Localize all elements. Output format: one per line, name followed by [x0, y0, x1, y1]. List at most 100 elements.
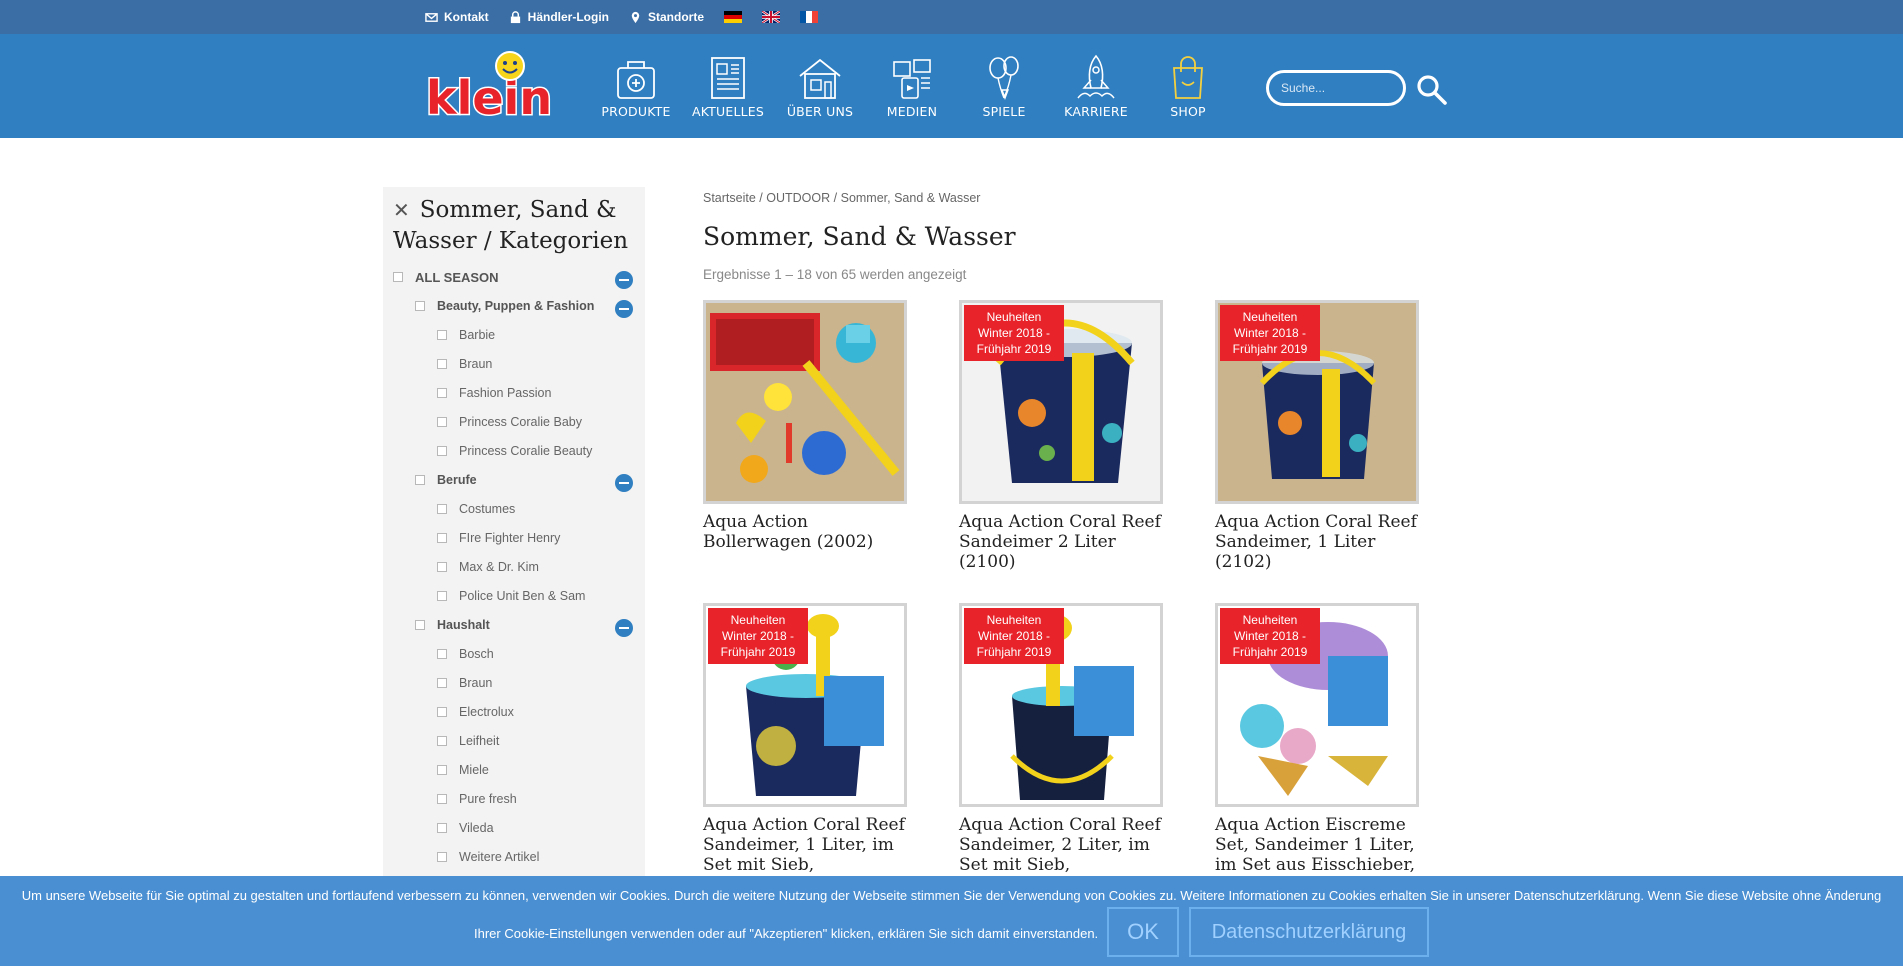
collapse-berufe-icon[interactable] [615, 474, 633, 492]
collapse-haushalt-icon[interactable] [615, 619, 633, 637]
uk-flag-icon[interactable] [762, 11, 781, 23]
category-braun-haushalt[interactable]: Braun [437, 673, 492, 693]
checkbox[interactable] [437, 794, 447, 804]
logo-text: klein [426, 71, 552, 122]
checkbox[interactable] [437, 388, 447, 398]
badge-line: Frühjahr 2019 [1232, 342, 1308, 356]
locations-link[interactable]: Standorte [629, 10, 704, 24]
product-title[interactable]: Aqua Action Coral Reef Sandeimer 2 Liter… [959, 512, 1163, 572]
product-image[interactable]: Neuheiten Winter 2018 - Frühjahr 2019 [1215, 603, 1419, 807]
checkbox[interactable] [437, 823, 447, 833]
checkbox[interactable] [437, 707, 447, 717]
cookie-ok-button[interactable]: OK [1107, 907, 1179, 957]
breadcrumb: Startseite / OUTDOOR / Sommer, Sand & Wa… [703, 191, 980, 205]
search-icon[interactable] [1414, 72, 1448, 106]
product-title[interactable]: Aqua Action Coral Reef Sandeimer, 1 Lite… [1215, 512, 1419, 572]
checkbox[interactable] [437, 678, 447, 688]
checkbox[interactable] [437, 562, 447, 572]
lock-icon [510, 10, 520, 23]
product-image[interactable]: Neuheiten Winter 2018 - Frühjahr 2019 [1215, 300, 1419, 504]
category-beauty[interactable]: Beauty, Puppen & Fashion [415, 296, 594, 316]
category-fashion-passion[interactable]: Fashion Passion [437, 383, 551, 403]
rocket-icon [1077, 54, 1115, 99]
french-flag-icon[interactable] [800, 11, 819, 23]
category-electrolux[interactable]: Electrolux [437, 702, 514, 722]
checkbox[interactable] [437, 417, 447, 427]
checkbox[interactable] [437, 533, 447, 543]
checkbox[interactable] [437, 591, 447, 601]
category-weitere-artikel[interactable]: Weitere Artikel [437, 847, 539, 867]
breadcrumb-home[interactable]: Startseite [703, 191, 756, 205]
category-braun[interactable]: Braun [437, 354, 492, 374]
category-bosch[interactable]: Bosch [437, 644, 494, 664]
checkbox[interactable] [437, 446, 447, 456]
product-card[interactable]: Neuheiten Winter 2018 - Frühjahr 2019 Aq… [1215, 603, 1419, 875]
checkbox[interactable] [437, 852, 447, 862]
product-title[interactable]: Aqua Action Bollerwagen (2002) [703, 512, 907, 552]
product-image[interactable]: Neuheiten Winter 2018 - Frühjahr 2019 [959, 300, 1163, 504]
product-card[interactable]: Neuheiten Winter 2018 - Frühjahr 2019 Aq… [703, 603, 907, 895]
new-badge: Neuheiten Winter 2018 - Frühjahr 2019 [964, 608, 1064, 664]
checkbox[interactable] [393, 272, 403, 282]
category-leifheit[interactable]: Leifheit [437, 731, 499, 751]
product-card[interactable]: Neuheiten Winter 2018 - Frühjahr 2019 Aq… [1215, 300, 1419, 572]
category-miele[interactable]: Miele [437, 760, 489, 780]
category-max-dr-kim[interactable]: Max & Dr. Kim [437, 557, 539, 577]
product-title[interactable]: Aqua Action Eiscreme Set, Sandeimer 1 Li… [1215, 815, 1419, 875]
category-barbie[interactable]: Barbie [437, 325, 495, 345]
category-all-season[interactable]: ALL SEASON [393, 267, 499, 287]
category-princess-coralie-beauty[interactable]: Princess Coralie Beauty [437, 441, 592, 461]
klein-logo[interactable]: klein [424, 50, 554, 122]
nav-games-label: SPIELE [982, 104, 1026, 119]
search-input[interactable] [1266, 70, 1406, 106]
checkbox[interactable] [437, 649, 447, 659]
checkbox[interactable] [437, 330, 447, 340]
nav-shop[interactable]: SHOP [1142, 54, 1234, 119]
nav-products[interactable]: PRODUKTE [590, 54, 682, 119]
checkbox[interactable] [437, 736, 447, 746]
product-image[interactable] [703, 300, 907, 504]
nav-about[interactable]: ÜBER UNS [774, 54, 866, 119]
nav-games[interactable]: SPIELE [958, 54, 1050, 119]
category-princess-coralie-baby[interactable]: Princess Coralie Baby [437, 412, 582, 432]
close-icon[interactable]: ✕ [393, 195, 410, 226]
german-flag-icon[interactable] [724, 11, 743, 23]
checkbox[interactable] [415, 301, 425, 311]
product-image[interactable]: Neuheiten Winter 2018 - Frühjahr 2019 [703, 603, 907, 807]
category-costumes[interactable]: Costumes [437, 499, 515, 519]
category-label: FIre Fighter Henry [459, 531, 561, 545]
page-title: Sommer, Sand & Wasser [703, 222, 1016, 251]
newspaper-icon [711, 57, 745, 99]
category-pure-fresh[interactable]: Pure fresh [437, 789, 517, 809]
nav-news[interactable]: AKTUELLES [682, 54, 774, 119]
breadcrumb-outdoor[interactable]: OUTDOOR [766, 191, 830, 205]
nav-career[interactable]: KARRIERE [1050, 54, 1142, 119]
checkbox[interactable] [415, 620, 425, 630]
category-berufe[interactable]: Berufe [415, 470, 477, 490]
category-haushalt[interactable]: Haushalt [415, 615, 490, 635]
checkbox[interactable] [415, 475, 425, 485]
collapse-beauty-icon[interactable] [615, 300, 633, 318]
dealer-login-link[interactable]: Händler-Login [509, 10, 609, 24]
shopping-bag-icon [1173, 56, 1203, 99]
contact-link[interactable]: Kontakt [425, 10, 489, 24]
collapse-all-season-icon[interactable] [615, 271, 633, 289]
nav-products-label: PRODUKTE [601, 104, 671, 119]
product-image[interactable]: Neuheiten Winter 2018 - Frühjahr 2019 [959, 603, 1163, 807]
badge-line: Neuheiten [730, 613, 786, 627]
category-fire-fighter-henry[interactable]: FIre Fighter Henry [437, 528, 560, 548]
nav-media[interactable]: MEDIEN [866, 54, 958, 119]
checkbox[interactable] [437, 504, 447, 514]
privacy-policy-button[interactable]: Datenschutzerklärung [1189, 907, 1429, 957]
checkbox[interactable] [437, 359, 447, 369]
category-police-unit[interactable]: Police Unit Ben & Sam [437, 586, 585, 606]
product-card[interactable]: Neuheiten Winter 2018 - Frühjahr 2019 Aq… [959, 603, 1163, 895]
location-pin-icon [631, 11, 640, 23]
page: Kontakt Händler-Login Standorte klein PR… [0, 0, 1903, 966]
category-vileda[interactable]: Vileda [437, 818, 494, 838]
new-badge: Neuheiten Winter 2018 - Frühjahr 2019 [1220, 608, 1320, 664]
product-card[interactable]: Aqua Action Bollerwagen (2002) [703, 300, 907, 552]
product-card[interactable]: Neuheiten Winter 2018 - Frühjahr 2019 Aq… [959, 300, 1163, 572]
nav-about-label: ÜBER UNS [786, 104, 854, 119]
checkbox[interactable] [437, 765, 447, 775]
